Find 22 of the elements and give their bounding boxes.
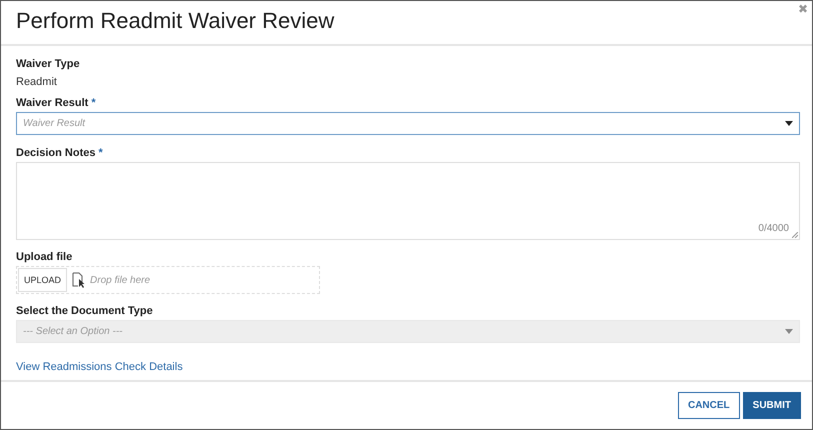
field-label: Waiver Result [16,97,88,109]
required-mark: * [91,97,96,109]
field-label: Waiver Type [16,58,80,70]
caret-icon [785,121,793,126]
drop-hint: Drop file here [90,274,150,286]
required-mark: * [98,147,103,159]
resize-grip-icon[interactable] [792,232,798,238]
field-label: Decision Notes [16,147,96,159]
field-label: Select the Document Type [16,305,153,317]
field-value: Readmit [16,76,57,88]
select-field[interactable]: Waiver Result [16,112,800,135]
details-link[interactable]: View Readmissions Check Details [16,361,183,373]
file-cursor-icon [72,272,86,288]
upload-button[interactable]: UPLOAD [18,268,68,292]
character-counter: 0/4000 [758,223,789,234]
caret-icon [785,329,793,334]
notes-field[interactable]: 0/4000 [16,162,800,240]
submit-button[interactable]: SUBMIT [742,392,801,419]
field-label: Upload file [16,251,72,263]
drop-zone[interactable]: UPLOAD Drop file here [16,266,320,294]
dialog-title: Perform Readmit Waiver Review [16,8,334,34]
cancel-button[interactable]: CANCEL [678,392,740,419]
